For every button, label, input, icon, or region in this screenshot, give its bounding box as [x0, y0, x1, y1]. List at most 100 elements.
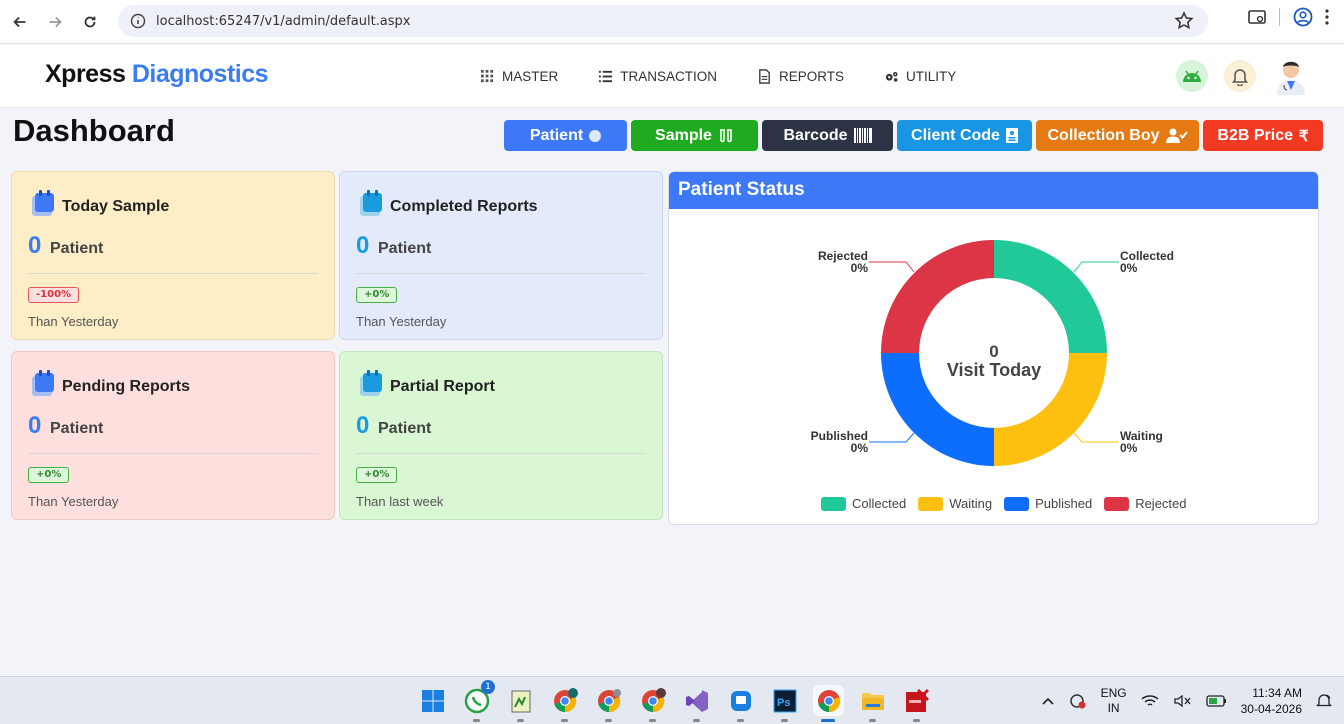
barcode-button-label: Barcode: [783, 126, 848, 144]
forward-icon[interactable]: [37, 4, 73, 40]
notepad-taskbar[interactable]: [505, 685, 536, 722]
remote-desktop-icon: [730, 690, 751, 711]
pdf-icon: [905, 688, 929, 712]
slice-percent-published: 0%: [851, 441, 869, 455]
pdf-app-taskbar[interactable]: [901, 685, 932, 722]
visual-studio-icon: [685, 689, 708, 712]
remote-desktop-taskbar[interactable]: [725, 685, 756, 722]
patient-status-panel: Patient Status Collected 0% Waiting 0% Publi…: [668, 171, 1319, 525]
page-title: Dashboard: [13, 113, 175, 148]
info-icon[interactable]: [130, 13, 146, 29]
card-title: Partial Report: [390, 378, 495, 395]
card-today-sample[interactable]: Today Sample 0 Patient -100% Than Yester…: [11, 171, 335, 340]
clock-time: 11:34 AM: [1252, 686, 1302, 700]
clock-date: 30-04-2026: [1240, 702, 1302, 716]
chevron-up-icon[interactable]: [1041, 696, 1055, 706]
tab-search-icon[interactable]: [1247, 7, 1267, 27]
change-badge: +0%: [356, 287, 398, 303]
language-indicator[interactable]: ENG IN: [1101, 686, 1127, 716]
region-code: IN: [1107, 701, 1120, 715]
leader-line-waiting: [1073, 432, 1119, 443]
chrome-icon: [597, 688, 621, 712]
photoshop-taskbar[interactable]: Ps: [769, 685, 800, 722]
user-check-icon: [1165, 128, 1188, 143]
windows-icon: [421, 689, 444, 712]
chrome-profile-2-taskbar[interactable]: [593, 685, 624, 722]
system-clock[interactable]: 11:34 AM 30-04-2026: [1241, 685, 1302, 717]
notifications-button[interactable]: [1224, 60, 1256, 92]
b2b-price-button[interactable]: B2B Price ₹: [1203, 120, 1323, 151]
nav-transaction[interactable]: TRANSACTION: [598, 69, 717, 84]
collection-boy-button[interactable]: Collection Boy: [1036, 120, 1199, 151]
battery-charging-icon[interactable]: [1205, 694, 1227, 708]
chrome-profile-1-taskbar[interactable]: [549, 685, 580, 722]
profile-icon[interactable]: [1292, 6, 1314, 28]
calendar-icon: [32, 370, 54, 396]
browser-toolbar: localhost:65247/v1/admin/default.aspx: [0, 0, 1344, 44]
card-unit: Patient: [50, 420, 104, 437]
address-bar[interactable]: localhost:65247/v1/admin/default.aspx: [118, 5, 1208, 37]
leader-line-rejected: [869, 261, 915, 273]
nav-reports-label: REPORTS: [779, 69, 845, 84]
legend-label: Published: [1035, 496, 1093, 511]
android-icon: [1183, 70, 1201, 82]
legend-item-rejected[interactable]: Rejected: [1104, 496, 1187, 511]
menu-kebab-icon[interactable]: [1320, 7, 1334, 27]
card-unit: Patient: [378, 240, 432, 257]
reload-icon[interactable]: [72, 4, 108, 40]
grid-icon: [480, 69, 494, 83]
nav-reports[interactable]: REPORTS: [757, 69, 844, 84]
card-count: 0: [356, 232, 370, 259]
wifi-icon[interactable]: [1141, 694, 1159, 708]
chrome-profile-3-taskbar[interactable]: [637, 685, 668, 722]
list-icon: [599, 70, 613, 83]
legend-swatch: [918, 496, 944, 511]
client-code-button[interactable]: Client Code: [897, 120, 1032, 151]
notification-badge: 1: [481, 680, 495, 694]
donut-slice-collected[interactable]: [994, 240, 1107, 353]
nav-utility-label: UTILITY: [906, 69, 957, 84]
legend-item-waiting[interactable]: Waiting: [918, 496, 992, 511]
start-button[interactable]: [417, 685, 448, 716]
visual-studio-taskbar[interactable]: [681, 685, 712, 722]
card-completed-reports[interactable]: Completed Reports 0 Patient +0% Than Yes…: [339, 171, 663, 340]
nav-master[interactable]: MASTER: [480, 69, 558, 84]
app-logo[interactable]: Xpress Diagnostics: [45, 60, 269, 89]
card-title: Completed Reports: [390, 198, 538, 215]
barcode-icon: [853, 128, 872, 143]
bookmark-star-icon[interactable]: [1174, 11, 1194, 31]
barcode-button[interactable]: Barcode: [762, 120, 893, 151]
legend-label: Waiting: [949, 496, 993, 511]
legend-item-collected[interactable]: Collected: [821, 496, 906, 511]
donut-slice-rejected[interactable]: [881, 240, 994, 353]
card-title: Today Sample: [62, 198, 170, 215]
card-pending-reports[interactable]: Pending Reports 0 Patient +0% Than Yeste…: [11, 351, 335, 520]
language-code: ENG: [1100, 686, 1127, 700]
divider: [28, 453, 318, 454]
whatsapp-taskbar[interactable]: 1: [461, 680, 495, 722]
patient-button[interactable]: Patient: [504, 120, 627, 151]
leader-line-published: [869, 432, 915, 443]
android-app-button[interactable]: [1176, 60, 1208, 92]
doctor-avatar[interactable]: [1272, 57, 1310, 95]
top-nav: MASTER TRANSACTION REPORTS UTILITY: [480, 45, 956, 108]
patient-button-label: Patient: [529, 126, 584, 144]
legend-item-published[interactable]: Published: [1004, 496, 1092, 511]
url-text[interactable]: localhost:65247/v1/admin/default.aspx: [156, 14, 410, 29]
windows-taskbar: 1 Ps ENG IN 11:34 AM 30-04-2026: [0, 676, 1344, 724]
card-partial-report[interactable]: Partial Report 0 Patient +0% Than last w…: [339, 351, 663, 520]
logo-part-1: Xpress: [45, 60, 126, 88]
volume-muted-icon[interactable]: [1173, 694, 1191, 708]
divider: [356, 273, 646, 274]
sample-button[interactable]: Sample: [631, 120, 758, 151]
patient-status-donut-chart: Collected0%Waiting0%Published0%Rejected0…: [811, 240, 1174, 466]
slice-percent-rejected: 0%: [851, 261, 869, 275]
nav-utility[interactable]: UTILITY: [884, 69, 956, 84]
notifications-center-icon[interactable]: [1316, 693, 1332, 709]
back-icon[interactable]: [2, 4, 38, 40]
chrome-active-taskbar[interactable]: [813, 685, 844, 722]
legend-swatch: [1004, 496, 1030, 511]
circle-icon: [589, 129, 602, 142]
tray-app-icon[interactable]: [1069, 692, 1087, 710]
file-explorer-taskbar[interactable]: [857, 685, 888, 722]
